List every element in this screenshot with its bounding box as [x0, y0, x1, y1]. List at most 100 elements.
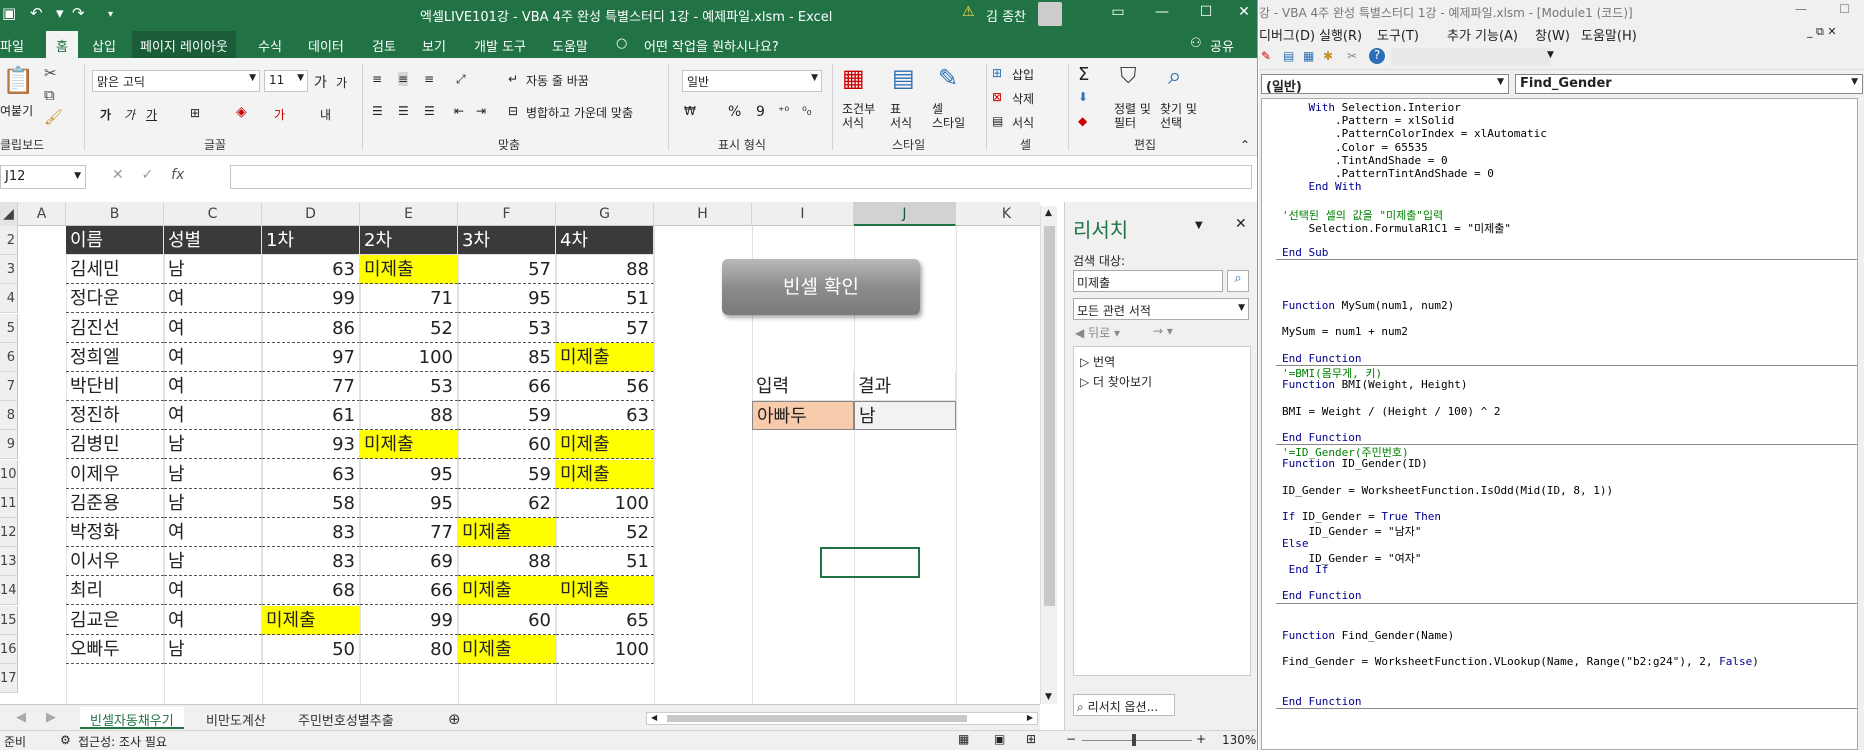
row-header[interactable]: 12 — [0, 518, 18, 547]
increase-decimal-icon[interactable]: ⁺⁰ — [778, 104, 789, 118]
cell[interactable]: 65 — [556, 605, 654, 635]
avatar[interactable] — [1038, 2, 1062, 26]
cell[interactable]: 1차 — [262, 226, 360, 255]
decrease-decimal-icon[interactable]: ⁰₀ — [802, 104, 812, 118]
cell[interactable]: 미제출 — [458, 518, 556, 547]
format-painter-icon[interactable]: 🖌 — [44, 108, 63, 126]
cell[interactable]: 63 — [556, 401, 654, 431]
cell[interactable]: 61 — [262, 401, 360, 431]
format-as-table-button[interactable]: 표 서식 — [890, 102, 912, 130]
wrap-text-button[interactable]: 자동 줄 바꿈 — [526, 72, 589, 89]
zoom-out-icon[interactable]: − — [1066, 732, 1076, 746]
cell[interactable]: 이서우 — [66, 547, 164, 577]
cell[interactable]: 입력 — [752, 372, 854, 401]
cell[interactable]: 100 — [360, 342, 458, 372]
cell[interactable]: 미제출 — [556, 430, 654, 460]
format-cells-button[interactable]: 서식 — [1012, 114, 1034, 131]
column-header[interactable]: F — [458, 202, 556, 226]
normal-view-icon[interactable]: ▦ — [958, 732, 969, 746]
scroll-thumb[interactable] — [1044, 226, 1055, 606]
cell[interactable]: 성별 — [164, 226, 262, 255]
cell[interactable]: 여 — [164, 401, 262, 431]
tab-file[interactable]: 파일 — [0, 36, 24, 55]
cell[interactable]: 69 — [360, 547, 458, 577]
scroll-left-icon[interactable]: ◀ — [651, 713, 657, 722]
indent-icon[interactable]: ⇤ — [454, 104, 464, 118]
cell[interactable]: 2차 — [360, 226, 458, 255]
grow-font-icon[interactable]: 가 — [314, 72, 327, 92]
cell[interactable]: 63 — [262, 459, 360, 489]
zoom-level[interactable]: 130% — [1222, 733, 1256, 747]
row-header[interactable]: 7 — [0, 372, 18, 401]
fill-color-icon[interactable]: ◈ — [236, 104, 247, 120]
row-header[interactable]: 15 — [0, 605, 18, 635]
cell[interactable]: 남 — [854, 401, 956, 431]
bold-icon[interactable]: 가 — [100, 106, 111, 123]
child-minimize-icon[interactable]: _ ⧉ ✕ — [1807, 25, 1837, 39]
cell[interactable]: 남 — [164, 634, 262, 664]
conditional-format-icon[interactable]: ▦ — [842, 64, 865, 92]
user-name[interactable]: 김 종찬 — [986, 6, 1026, 25]
enter-icon[interactable]: ✓ — [142, 167, 154, 183]
row-header[interactable]: 13 — [0, 547, 18, 577]
format-as-table-icon[interactable]: ▤ — [892, 64, 915, 92]
cell[interactable]: 83 — [262, 518, 360, 547]
cell[interactable]: 59 — [458, 459, 556, 489]
sort-filter-button[interactable]: 정렬 및 필터 — [1114, 102, 1151, 130]
research-scope-select[interactable]: 모든 관련 서적 ▼ — [1073, 298, 1249, 320]
cut-icon[interactable]: ✂ — [44, 64, 57, 82]
row-header[interactable]: 4 — [0, 284, 18, 314]
cell[interactable]: 여 — [164, 372, 262, 401]
font-size-select[interactable]: 11 ▼ — [264, 70, 308, 92]
cell[interactable]: 여 — [164, 342, 262, 372]
cell[interactable]: 66 — [458, 372, 556, 401]
align-top-icon[interactable]: ≡ — [372, 72, 382, 86]
cell[interactable]: 57 — [458, 255, 556, 285]
cell[interactable]: 여 — [164, 518, 262, 547]
row-header[interactable]: 3 — [0, 255, 18, 285]
paste-icon[interactable]: 📋 — [2, 66, 34, 96]
column-header[interactable]: J — [854, 202, 956, 226]
align-center-icon[interactable]: ☰ — [398, 104, 409, 118]
research-options-button[interactable]: ⌕ 리서치 옵션... — [1073, 694, 1175, 716]
fill-icon[interactable]: ⬇ — [1078, 90, 1088, 104]
cell[interactable]: 88 — [360, 401, 458, 431]
sheet-tab[interactable]: 주민번호성별추출 — [288, 707, 404, 729]
cell[interactable]: 52 — [556, 518, 654, 547]
comma-icon[interactable]: 9 — [756, 104, 765, 120]
column-header[interactable]: G — [556, 202, 654, 226]
scroll-thumb[interactable] — [667, 715, 967, 722]
sheet-tab[interactable]: 비만도계산 — [196, 707, 276, 729]
menu-tools[interactable]: 도구(T) — [1377, 25, 1419, 44]
cell[interactable]: 80 — [360, 634, 458, 664]
cell[interactable]: 정진하 — [66, 401, 164, 431]
cell[interactable]: 51 — [556, 284, 654, 314]
undo-icon[interactable]: ↶ — [30, 4, 43, 22]
cell[interactable]: 88 — [458, 547, 556, 577]
procedure-select[interactable]: Find_Gender ▼ — [1515, 74, 1863, 94]
horizontal-scrollbar[interactable]: ◀ ▶ — [646, 712, 1038, 725]
minimize-icon[interactable]: — — [1144, 4, 1180, 20]
formula-input[interactable] — [230, 165, 1252, 189]
column-header[interactable]: C — [164, 202, 262, 226]
cell[interactable]: 남 — [164, 547, 262, 577]
cell[interactable]: 93 — [262, 430, 360, 460]
cell[interactable]: 미제출 — [556, 342, 654, 372]
cell[interactable]: 김세민 — [66, 255, 164, 285]
cell[interactable]: 53 — [360, 372, 458, 401]
minimize-icon[interactable]: — — [1795, 2, 1807, 16]
ribbon-display-icon[interactable]: ▭ — [1100, 4, 1136, 20]
tab-formulas[interactable]: 수식 — [258, 36, 282, 55]
save-icon[interactable]: ▣ — [2, 4, 16, 22]
currency-icon[interactable]: ₩ — [684, 104, 696, 118]
cell[interactable]: 53 — [458, 313, 556, 343]
toolbar-overflow-icon[interactable]: ▼ — [1547, 50, 1554, 60]
sheet-tab[interactable]: 빈셀자동채우기 — [80, 707, 184, 729]
copy-icon[interactable]: ⧉ — [44, 86, 55, 104]
row-header[interactable]: 5 — [0, 313, 18, 343]
border-icon[interactable]: ⊞ — [190, 106, 200, 120]
scroll-down-icon[interactable]: ▼ — [1045, 692, 1052, 702]
cell[interactable]: 오빠두 — [66, 634, 164, 664]
cell[interactable]: 85 — [458, 342, 556, 372]
tab-page-layout[interactable]: 페이지 레이아웃 — [132, 31, 236, 60]
